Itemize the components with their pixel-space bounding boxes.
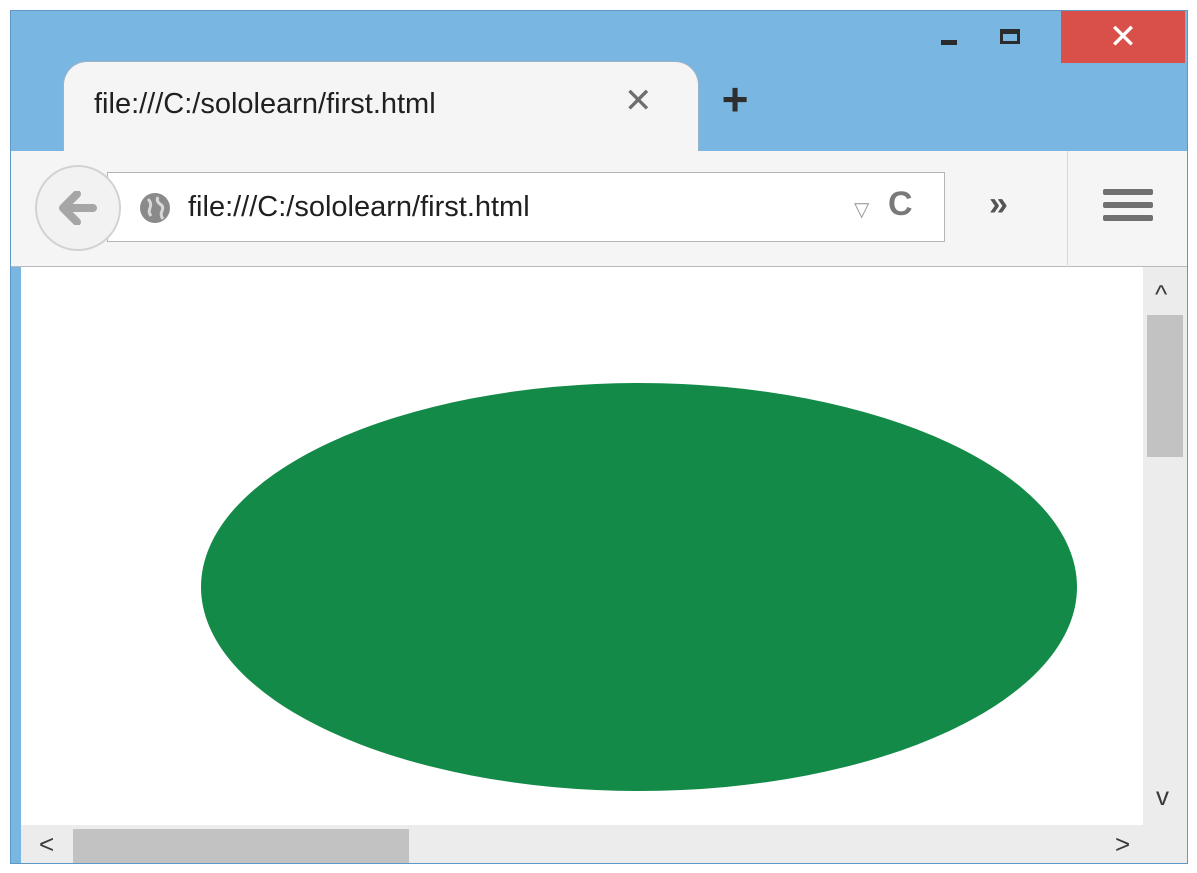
maximize-button[interactable]: [977, 11, 1043, 61]
horizontal-scrollbar[interactable]: < >: [21, 825, 1187, 863]
vertical-scroll-thumb[interactable]: [1147, 315, 1183, 457]
close-icon: ✕: [1108, 18, 1138, 56]
tab-title: file:///C:/sololearn/first.html: [94, 88, 436, 120]
hamburger-menu-icon[interactable]: [1103, 189, 1153, 225]
minimize-icon: [941, 39, 957, 45]
window-close-button[interactable]: ✕: [1061, 11, 1185, 63]
toolbar-divider: [1067, 151, 1068, 267]
green-ellipse: [201, 383, 1077, 791]
scroll-right-icon[interactable]: >: [1115, 831, 1130, 857]
browser-window: ✕ file:///C:/sololearn/first.html ✕ + fi…: [10, 10, 1188, 864]
globe-icon: [140, 193, 170, 223]
page-viewport: [21, 267, 1143, 825]
new-tab-button[interactable]: +: [713, 76, 757, 123]
browser-tab[interactable]: file:///C:/sololearn/first.html ✕: [63, 61, 699, 152]
tab-close-icon[interactable]: ✕: [624, 84, 653, 118]
overflow-button[interactable]: »: [989, 187, 1008, 221]
url-text[interactable]: file:///C:/sololearn/first.html: [188, 191, 530, 224]
maximize-icon: [1000, 28, 1020, 44]
scroll-down-icon[interactable]: v: [1156, 783, 1169, 809]
minimize-button[interactable]: [921, 11, 977, 61]
reload-icon[interactable]: C: [888, 185, 913, 224]
back-button[interactable]: [35, 165, 121, 251]
navigation-toolbar: file:///C:/sololearn/first.html ▽ C »: [11, 151, 1187, 267]
back-arrow-icon: [59, 191, 97, 225]
horizontal-scroll-thumb[interactable]: [73, 829, 409, 863]
address-bar[interactable]: file:///C:/sololearn/first.html ▽ C: [107, 172, 945, 242]
page-canvas: [201, 383, 1077, 791]
scroll-left-icon[interactable]: <: [39, 831, 54, 857]
scroll-up-icon[interactable]: ^: [1155, 281, 1167, 307]
dropdown-arrow-icon[interactable]: ▽: [854, 197, 869, 222]
vertical-scrollbar[interactable]: ^ v: [1143, 267, 1187, 825]
